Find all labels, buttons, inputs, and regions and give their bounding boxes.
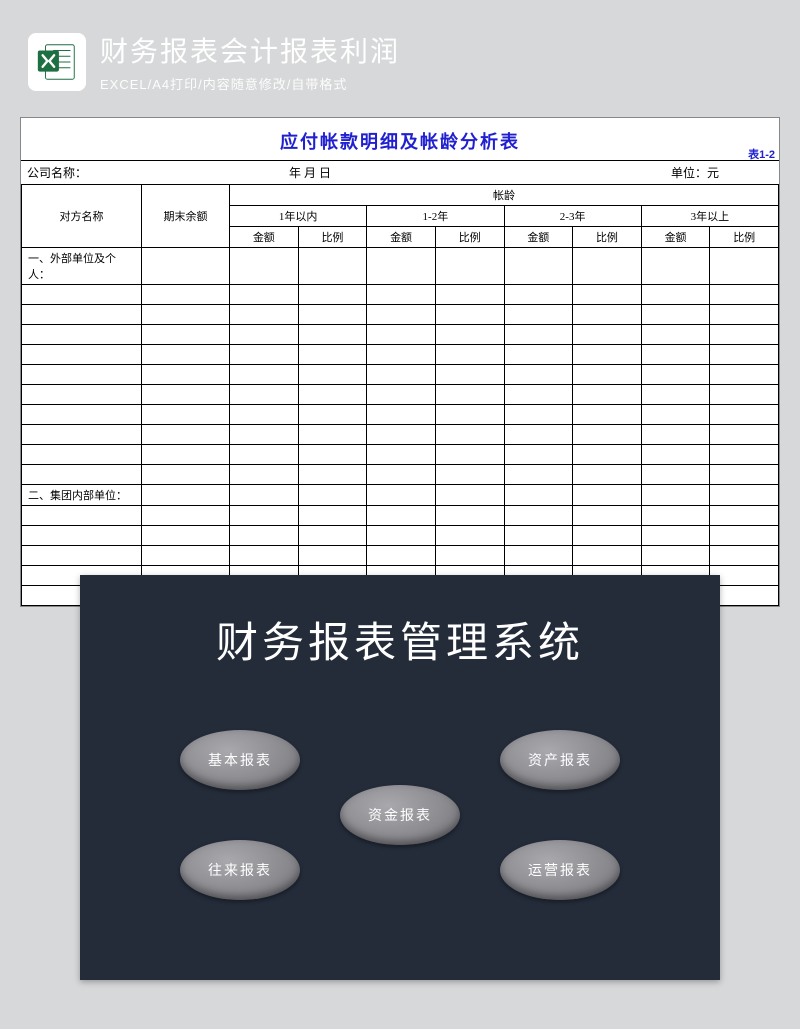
table-row: [22, 405, 779, 425]
page-title: 财务报表会计报表利润: [100, 30, 400, 70]
table-row: [22, 365, 779, 385]
col-amount: 金额: [230, 227, 299, 248]
table-row: [22, 345, 779, 365]
company-label: 公司名称：: [21, 161, 229, 184]
section-2: 二、集团内部单位：: [22, 485, 142, 506]
basic-report-button[interactable]: 基本报表: [180, 730, 300, 790]
table-row: [22, 506, 779, 526]
spreadsheet-preview: 应付帐款明细及帐龄分析表 表1-2 公司名称： 年 月 日 单位：元 对方名称 …: [20, 117, 780, 607]
section-1: 一、外部单位及个人：: [22, 248, 142, 285]
aging-table: 对方名称 期末余额 帐龄 1年以内 1-2年 2-3年 3年以上 金额 比例 金…: [21, 185, 779, 606]
col-amount: 金额: [641, 227, 710, 248]
col-ratio: 比例: [710, 227, 779, 248]
table-row: [22, 546, 779, 566]
table-row: [22, 305, 779, 325]
table-row: [22, 325, 779, 345]
table-row: [22, 385, 779, 405]
table-row: [22, 425, 779, 445]
col-ratio: 比例: [435, 227, 504, 248]
bucket-0: 1年以内: [230, 206, 367, 227]
table-row: [22, 285, 779, 305]
page-subtitle: EXCEL/A4打印/内容随意修改/自带格式: [100, 74, 400, 93]
panel-title: 财务报表管理系统: [80, 609, 720, 670]
transaction-report-button[interactable]: 往来报表: [180, 840, 300, 900]
date-label: 年 月 日: [229, 161, 639, 184]
bucket-3: 3年以上: [641, 206, 778, 227]
operation-report-button[interactable]: 运营报表: [500, 840, 620, 900]
sheet-title: 应付帐款明细及帐龄分析表: [21, 118, 779, 160]
sheet-code: 表1-2: [748, 146, 775, 162]
excel-icon: [28, 33, 86, 91]
asset-report-button[interactable]: 资产报表: [500, 730, 620, 790]
col-party: 对方名称: [22, 185, 142, 248]
col-balance: 期末余额: [142, 185, 230, 248]
table-row: [22, 445, 779, 465]
table-row: [22, 526, 779, 546]
page-header: 财务报表会计报表利润 EXCEL/A4打印/内容随意修改/自带格式: [20, 30, 780, 93]
unit-label: 单位：元: [639, 161, 779, 184]
col-ratio: 比例: [298, 227, 367, 248]
bucket-1: 1-2年: [367, 206, 504, 227]
sheet-meta-row: 公司名称： 年 月 日 单位：元: [21, 160, 779, 185]
col-amount: 金额: [504, 227, 573, 248]
col-ratio: 比例: [573, 227, 642, 248]
col-amount: 金额: [367, 227, 436, 248]
table-row: [22, 465, 779, 485]
system-panel: 财务报表管理系统 基本报表 往来报表 资金报表 资产报表 运营报表: [80, 575, 720, 980]
col-aging: 帐龄: [230, 185, 779, 206]
bucket-2: 2-3年: [504, 206, 641, 227]
fund-report-button[interactable]: 资金报表: [340, 785, 460, 845]
